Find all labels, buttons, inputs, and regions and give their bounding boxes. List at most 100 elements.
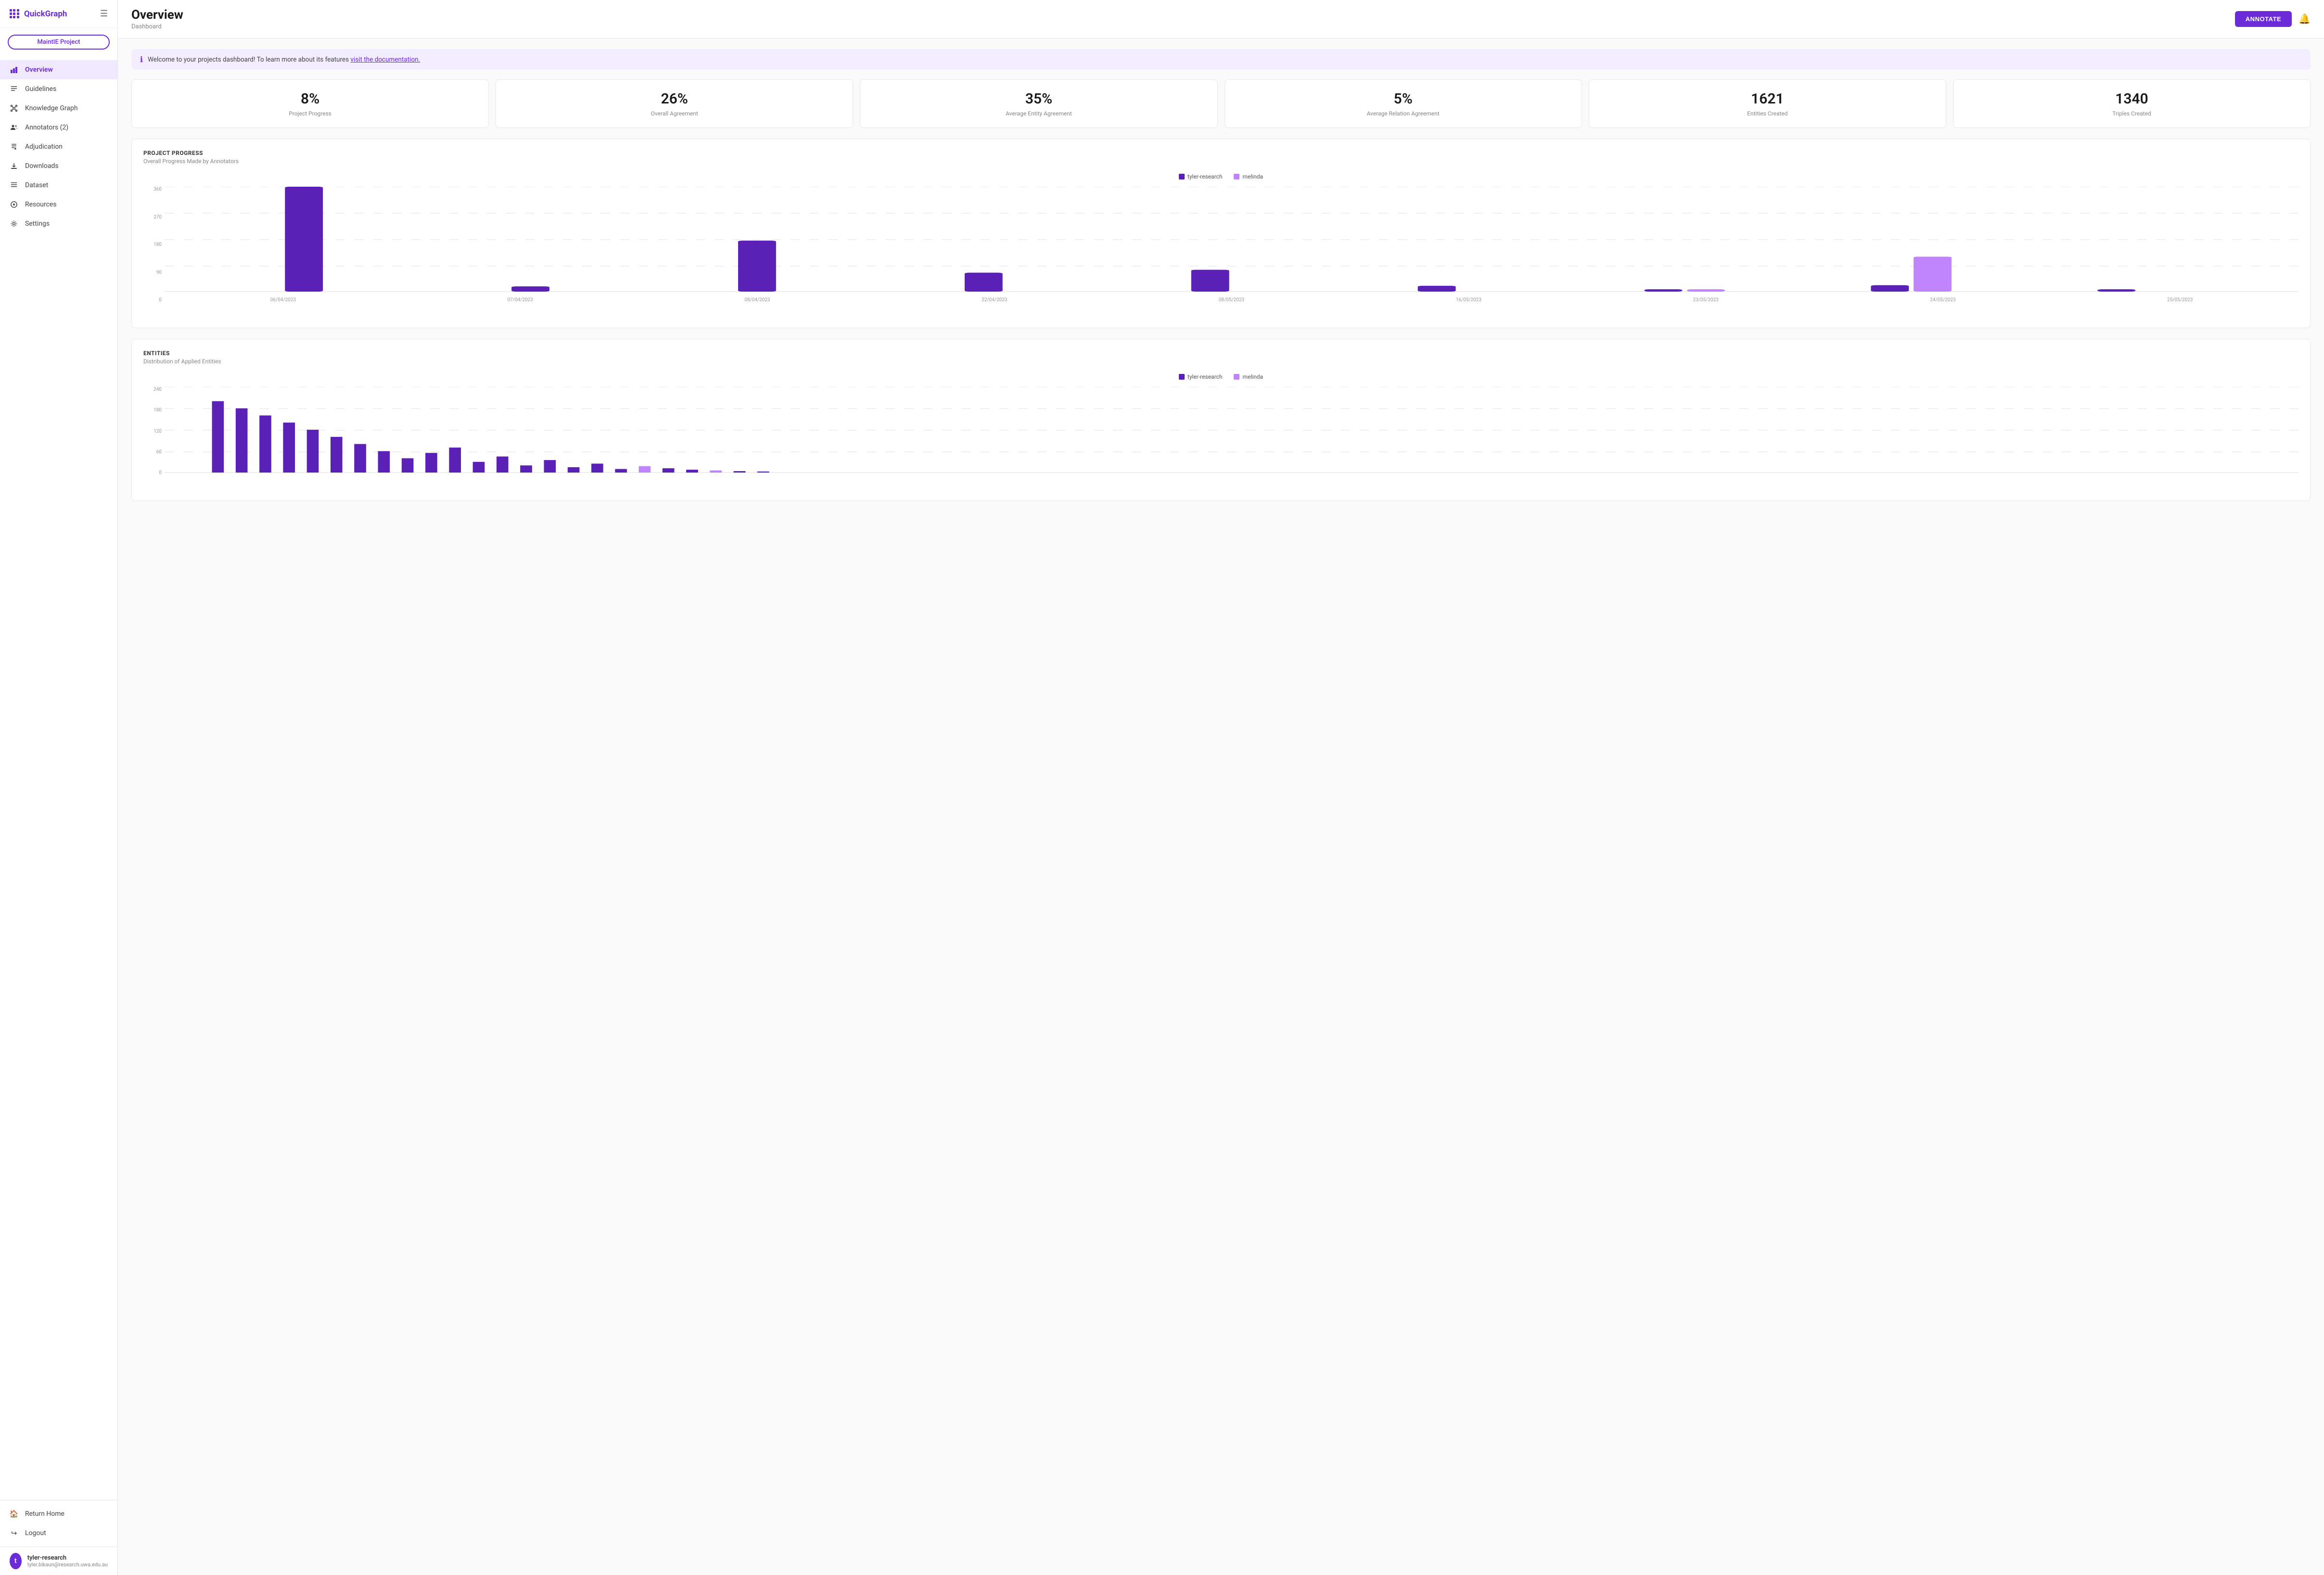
entity-bar bbox=[283, 423, 295, 473]
legend-melinda-label: melinda bbox=[1242, 173, 1263, 180]
sidebar-item-overview[interactable]: Overview bbox=[0, 60, 117, 79]
bar-tyler-7 bbox=[1871, 285, 1909, 292]
settings-icon bbox=[10, 219, 18, 228]
topbar-actions: ANNOTATE 🔔 bbox=[2235, 11, 2311, 27]
y-axis: 360 270 180 90 0 bbox=[143, 187, 165, 303]
sidebar-item-return-home[interactable]: 🏠 Return Home bbox=[0, 1504, 117, 1524]
legend-melinda-dot bbox=[1234, 174, 1239, 179]
stat-label-2: Average Entity Agreement bbox=[868, 110, 1209, 117]
notification-bell-icon[interactable]: 🔔 bbox=[2298, 13, 2311, 25]
entity-bar bbox=[757, 472, 769, 473]
entity-bar bbox=[449, 448, 461, 473]
stats-row: 8% Project Progress 26% Overall Agreemen… bbox=[131, 79, 2311, 128]
bar-tyler-0 bbox=[285, 187, 323, 292]
entity-bar bbox=[734, 471, 746, 473]
x-label: 08/05/2023 bbox=[1113, 297, 1350, 303]
sidebar-item-annotators[interactable]: Annotators (2) bbox=[0, 118, 117, 137]
hamburger-icon[interactable]: ☰ bbox=[100, 9, 108, 19]
sidebar-item-label-annotators: Annotators (2) bbox=[25, 124, 68, 131]
sidebar-footer: 🏠 Return Home ↪ Logout bbox=[0, 1500, 117, 1547]
y-label-90: 90 bbox=[156, 270, 162, 275]
user-section: t tyler-research tyler.bikaun@research.u… bbox=[0, 1547, 117, 1575]
entity-bar bbox=[473, 462, 485, 473]
entity-bar bbox=[236, 409, 248, 473]
stat-label-1: Overall Agreement bbox=[504, 110, 845, 117]
entity-bar bbox=[591, 463, 603, 473]
guidelines-icon bbox=[10, 85, 18, 93]
legend-tyler: tyler-research bbox=[1179, 173, 1223, 180]
sidebar-item-knowledge-graph[interactable]: Knowledge Graph bbox=[0, 99, 117, 118]
x-label: 07/04/2023 bbox=[402, 297, 639, 303]
x-label: 08/04/2023 bbox=[639, 297, 876, 303]
dataset-icon bbox=[10, 181, 18, 190]
sidebar-item-dataset[interactable]: Dataset bbox=[0, 176, 117, 195]
stat-value-0: 8% bbox=[140, 90, 481, 107]
entities-chart-area: 240 180 120 60 0 bbox=[143, 387, 2298, 490]
sidebar-item-label-adjudication: Adjudication bbox=[25, 143, 63, 151]
progress-chart-svg bbox=[165, 187, 2298, 293]
entities-chart-svg bbox=[165, 387, 2298, 474]
legend-melinda: melinda bbox=[1234, 173, 1263, 180]
sidebar-item-resources[interactable]: Resources bbox=[0, 195, 117, 214]
sidebar-item-label-downloads: Downloads bbox=[25, 162, 59, 170]
stat-label-3: Average Relation Agreement bbox=[1233, 110, 1574, 117]
entities-legend-tyler: tyler-research bbox=[1179, 373, 1223, 380]
progress-chart-subtitle: Overall Progress Made by Annotators bbox=[143, 158, 2298, 165]
bar-melinda-6 bbox=[1687, 289, 1725, 292]
sidebar-item-adjudication[interactable]: Adjudication bbox=[0, 137, 117, 156]
stat-label-4: Entities Created bbox=[1597, 110, 1938, 117]
x-labels-row: 06/04/202307/04/202308/04/202322/04/2023… bbox=[165, 295, 2298, 303]
x-label: 22/04/2023 bbox=[876, 297, 1113, 303]
stat-card-0: 8% Project Progress bbox=[131, 79, 489, 128]
sidebar-item-logout[interactable]: ↪ Logout bbox=[0, 1524, 117, 1543]
annotate-button[interactable]: ANNOTATE bbox=[2235, 11, 2292, 27]
entity-bar bbox=[686, 470, 698, 473]
stat-label-0: Project Progress bbox=[140, 110, 481, 117]
y-label-270: 270 bbox=[153, 215, 162, 220]
knowledge-graph-icon bbox=[10, 104, 18, 113]
entity-bar bbox=[354, 444, 366, 473]
entity-bar bbox=[520, 465, 532, 473]
entities-legend-melinda: melinda bbox=[1234, 373, 1263, 380]
stat-card-3: 5% Average Relation Agreement bbox=[1225, 79, 1582, 128]
logout-icon: ↪ bbox=[10, 1529, 18, 1537]
entities-legend-melinda-dot bbox=[1234, 374, 1239, 380]
entity-bar bbox=[710, 471, 722, 473]
entities-chart-legend: tyler-research melinda bbox=[143, 373, 2298, 380]
bar-melinda-7 bbox=[1914, 256, 1952, 292]
bar-tyler-4 bbox=[1191, 270, 1229, 292]
logo-icon bbox=[10, 9, 19, 19]
stat-card-4: 1621 Entities Created bbox=[1589, 79, 1946, 128]
entities-legend-tyler-dot bbox=[1179, 374, 1185, 380]
sidebar-item-label-knowledge-graph: Knowledge Graph bbox=[25, 104, 78, 112]
page-title-group: Overview Dashboard bbox=[131, 8, 183, 30]
documentation-link[interactable]: visit the documentation. bbox=[350, 56, 420, 64]
entity-bar bbox=[663, 468, 675, 473]
entity-bar bbox=[568, 467, 580, 473]
sidebar-item-guidelines[interactable]: Guidelines bbox=[0, 79, 117, 99]
info-banner: ℹ Welcome to your projects dashboard! To… bbox=[131, 49, 2311, 70]
bar-tyler-6 bbox=[1644, 289, 1682, 292]
project-badge[interactable]: MaintIE Project bbox=[8, 35, 110, 50]
y-label-360: 360 bbox=[153, 187, 162, 192]
sidebar-item-settings[interactable]: Settings bbox=[0, 214, 117, 233]
stat-label-5: Triples Created bbox=[1961, 110, 2302, 117]
entity-bar bbox=[497, 457, 509, 473]
x-label: 25/05/2023 bbox=[2061, 297, 2298, 303]
user-info: tyler-research tyler.bikaun@research.uwa… bbox=[27, 1554, 108, 1568]
user-name: tyler-research bbox=[27, 1554, 108, 1562]
stat-value-2: 35% bbox=[868, 90, 1209, 107]
sidebar-logo: QuickGraph bbox=[10, 9, 67, 19]
sidebar-item-downloads[interactable]: Downloads bbox=[0, 156, 117, 176]
entities-y-axis: 240 180 120 60 0 bbox=[143, 387, 165, 475]
stat-card-1: 26% Overall Agreement bbox=[496, 79, 853, 128]
bar-tyler-5 bbox=[1418, 286, 1456, 292]
user-email: tyler.bikaun@research.uwa.edu.au bbox=[27, 1562, 108, 1568]
legend-tyler-label: tyler-research bbox=[1188, 173, 1223, 180]
sidebar-item-label-resources: Resources bbox=[25, 201, 57, 208]
entity-bar bbox=[425, 453, 437, 473]
stat-value-4: 1621 bbox=[1597, 90, 1938, 107]
bar-tyler-2 bbox=[738, 241, 776, 292]
adjudication-icon bbox=[10, 142, 18, 151]
avatar: t bbox=[10, 1553, 22, 1569]
